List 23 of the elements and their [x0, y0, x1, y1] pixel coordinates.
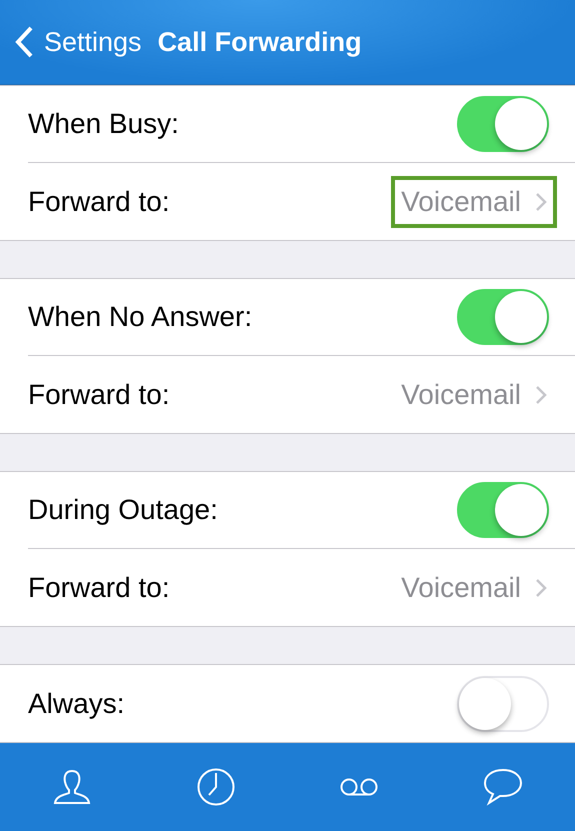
- contact-icon[interactable]: [52, 769, 92, 805]
- back-chevron-icon: [14, 25, 34, 59]
- forward-target-link[interactable]: Voicemail: [391, 176, 557, 228]
- forward-target-link[interactable]: Voicemail: [391, 562, 557, 614]
- chevron-right-icon: [535, 384, 547, 404]
- toggle-switch[interactable]: [457, 96, 549, 152]
- screen-title: Call Forwarding: [158, 26, 362, 58]
- forward-target-link[interactable]: Voicemail: [391, 368, 557, 420]
- voicemail-icon[interactable]: [339, 777, 380, 797]
- chevron-right-icon: [535, 192, 547, 212]
- toggle-switch[interactable]: [457, 482, 549, 538]
- setting-label: Forward to:: [28, 186, 170, 218]
- chat-bubble-icon[interactable]: [483, 768, 524, 806]
- toggle-switch[interactable]: [457, 289, 549, 345]
- setting-label: Forward to:: [28, 572, 170, 604]
- setting-label: When Busy:: [28, 108, 179, 140]
- setting-label: Forward to:: [28, 378, 170, 410]
- setting-label: During Outage:: [28, 494, 218, 526]
- clock-icon[interactable]: [196, 767, 236, 807]
- setting-label: Always:: [28, 688, 124, 720]
- chevron-right-icon: [535, 578, 547, 598]
- setting-label: When No Answer:: [28, 301, 252, 333]
- back-button[interactable]: Settings: [14, 25, 142, 59]
